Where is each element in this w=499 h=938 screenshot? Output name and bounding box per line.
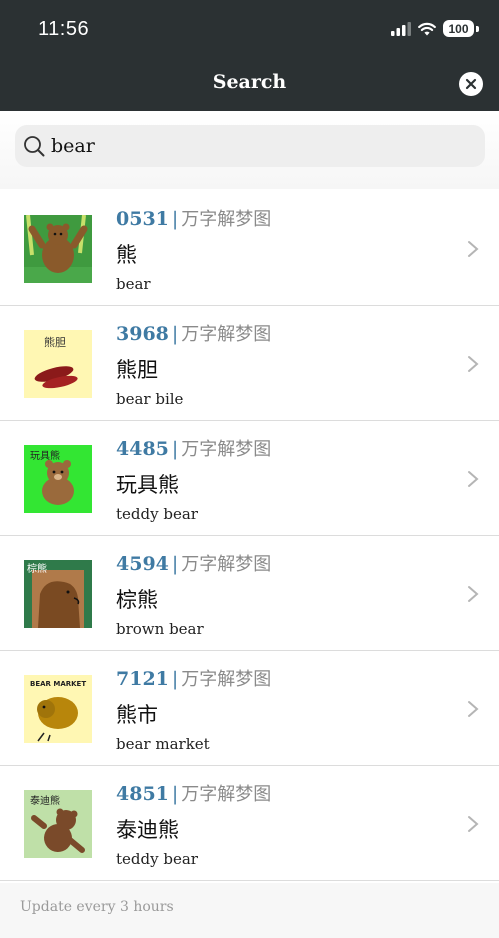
result-row[interactable]: 泰迪熊 4851 | 万字解梦图 泰迪熊 teddy bear (0, 766, 499, 881)
result-title: 泰迪熊 (116, 818, 179, 842)
thumbnail-brown-bear: 棕熊 (24, 560, 92, 628)
search-icon (24, 136, 45, 157)
result-row[interactable]: 玩具熊 4485 | 万字解梦图 玩具熊 teddy bear (0, 421, 499, 536)
chevron-right-icon (468, 816, 479, 832)
result-subtitle: bear market (116, 735, 210, 753)
top-bar: 11:56 100 Search (0, 0, 499, 111)
result-source: 万字解梦图 (181, 669, 272, 690)
chevron-right-icon (468, 701, 479, 717)
result-title: 熊市 (116, 703, 158, 727)
result-title: 棕熊 (116, 588, 158, 612)
thumbnail-label: 棕熊 (27, 562, 47, 575)
result-row[interactable]: BEAR MARKET 7121 | 万字解梦图 熊市 bear market (0, 651, 499, 766)
thumbnail-bear-bile: 熊胆 (24, 330, 92, 398)
result-code: 4851 | 万字解梦图 (116, 783, 272, 805)
result-subtitle: bear (116, 275, 151, 293)
result-subtitle: teddy bear (116, 850, 198, 868)
result-code: 7121 | 万字解梦图 (116, 668, 272, 690)
result-row[interactable]: 熊胆 3968 | 万字解梦图 熊胆 bear bile (0, 306, 499, 421)
result-code: 0531 | 万字解梦图 (116, 208, 272, 230)
result-title: 熊 (116, 243, 137, 267)
chevron-right-icon (468, 241, 479, 257)
wifi-icon (418, 22, 436, 35)
result-code: 3968 | 万字解梦图 (116, 323, 272, 345)
result-source: 万字解梦图 (181, 209, 272, 230)
chevron-right-icon (468, 471, 479, 487)
chevron-right-icon (468, 356, 479, 372)
chevron-right-icon (468, 586, 479, 602)
result-code: 4594 | 万字解梦图 (116, 553, 272, 575)
result-row[interactable]: 棕熊 4594 | 万字解梦图 棕熊 brown bear (0, 536, 499, 651)
battery-tip (476, 25, 479, 32)
signal-icon (391, 21, 411, 36)
status-time: 11:56 (38, 18, 90, 40)
close-button[interactable] (459, 72, 483, 96)
result-title: 玩具熊 (116, 473, 179, 497)
status-icons: 100 (391, 20, 479, 37)
battery-icon: 100 (443, 20, 474, 37)
result-title: 熊胆 (116, 358, 158, 382)
result-subtitle: bear bile (116, 390, 184, 408)
result-row[interactable]: 0531 | 万字解梦图 熊 bear (0, 191, 499, 306)
footer-text: Update every 3 hours (20, 899, 174, 915)
thumbnail-teddy-bear: 玩具熊 (24, 445, 92, 513)
search-area (0, 111, 499, 189)
result-source: 万字解梦图 (181, 439, 272, 460)
result-code: 4485 | 万字解梦图 (116, 438, 272, 460)
thumbnail-label: 泰迪熊 (30, 794, 60, 807)
thumbnail-label: BEAR MARKET (30, 680, 86, 688)
close-icon (465, 78, 477, 90)
search-box[interactable] (15, 125, 485, 167)
footer: Update every 3 hours (0, 883, 499, 938)
thumbnail-bear (24, 215, 92, 283)
thumbnail-bear-market: BEAR MARKET (24, 675, 92, 743)
result-source: 万字解梦图 (181, 554, 272, 575)
result-subtitle: teddy bear (116, 505, 198, 523)
results-list: 0531 | 万字解梦图 熊 bear 熊胆 3968 | 万字解梦图 熊胆 bear … (0, 191, 499, 881)
search-input[interactable] (51, 135, 451, 157)
result-source: 万字解梦图 (181, 784, 272, 805)
page-title: Search (212, 71, 287, 93)
thumbnail-label: 熊胆 (44, 335, 66, 349)
result-subtitle: brown bear (116, 620, 204, 638)
result-source: 万字解梦图 (181, 324, 272, 345)
thumbnail-teddy-bear-2: 泰迪熊 (24, 790, 92, 858)
thumbnail-label: 玩具熊 (30, 449, 60, 462)
